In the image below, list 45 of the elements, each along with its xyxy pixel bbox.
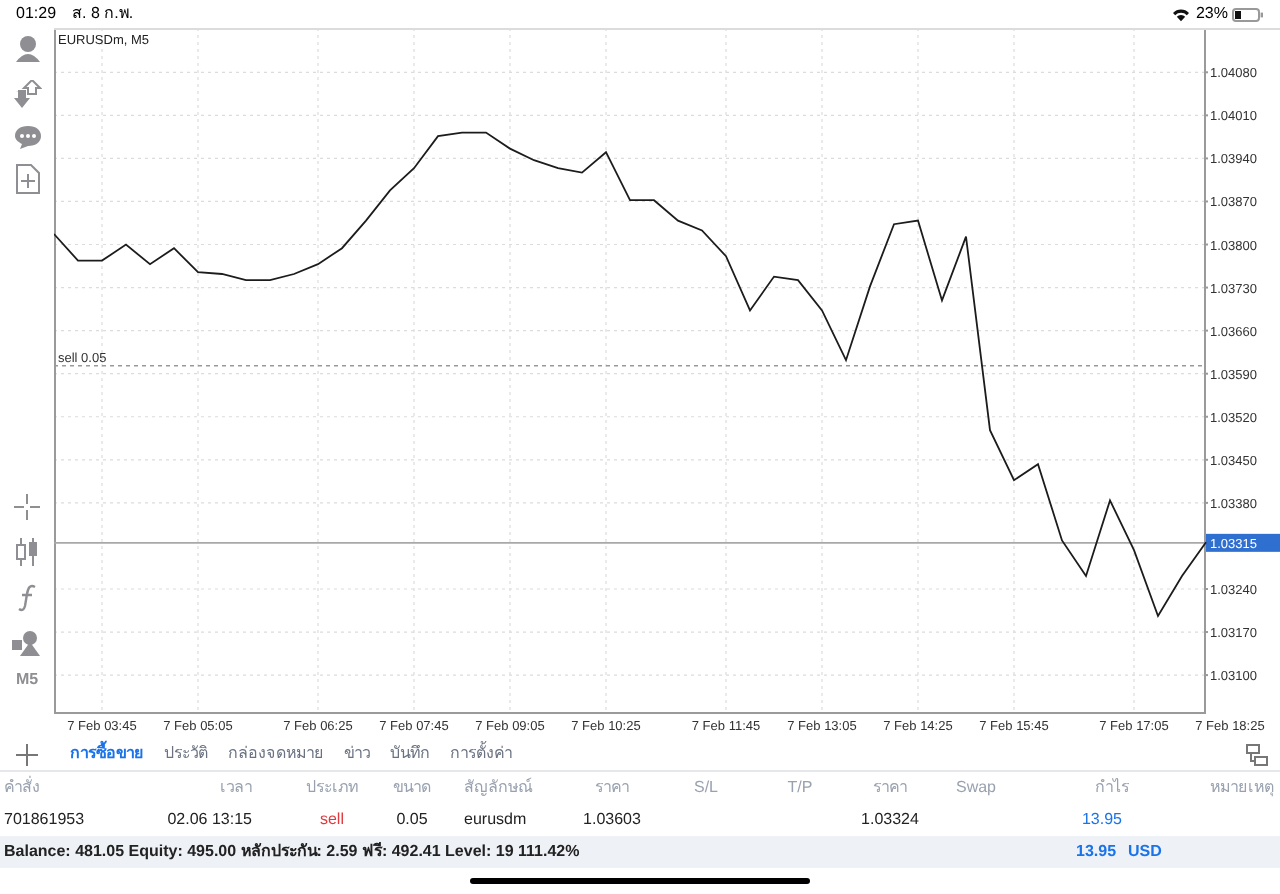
table-cell: 1.03324 [861, 809, 919, 827]
column-header: กำไร [1095, 777, 1129, 795]
wifi-icon [1171, 7, 1190, 21]
new-document-icon[interactable] [15, 164, 39, 194]
table-cell: 0.05 [396, 809, 428, 827]
table-cell: 02.06 13:15 [167, 809, 252, 827]
layout-icon[interactable] [1246, 743, 1268, 765]
column-header: หมายเหตุ [1210, 777, 1274, 795]
column-header: T/P [787, 777, 813, 795]
tab[interactable]: ข่าว [344, 742, 370, 766]
column-header: S/L [693, 777, 718, 795]
trade-arrows-icon[interactable] [13, 80, 41, 110]
account-summary: Balance: 481.05 Equity: 495.00 หลักประกัน: 2.59 ฟรี: 492.41 Level: 19 111.42% [2, 840, 582, 864]
tab[interactable]: การตั้งค่า [450, 742, 512, 766]
column-header: Swap [955, 777, 996, 795]
add-icon[interactable] [16, 743, 38, 765]
table-cell: 701861953 [4, 809, 85, 827]
table-cell: sell [319, 809, 344, 827]
column-header: คำสั่ง [4, 777, 40, 795]
crosshair-icon[interactable] [14, 494, 40, 520]
chat-icon[interactable] [13, 124, 41, 150]
column-header: ราคา [873, 777, 907, 795]
tab[interactable]: การซื้อขาย [70, 742, 144, 766]
column-header: ราคา [595, 777, 629, 795]
table-cell: 1.03603 [583, 809, 641, 827]
clock-time: 01:29 [16, 2, 57, 26]
column-header: เวลา [220, 777, 252, 795]
candlestick-icon[interactable] [14, 538, 40, 566]
currency-label: USD [1128, 840, 1162, 864]
tab[interactable]: ประวัติ [164, 742, 208, 766]
timeframe-button[interactable]: M5 [15, 668, 39, 692]
battery-percent: 23% [1195, 2, 1228, 26]
column-header: สัญลักษณ์ [464, 777, 532, 795]
shapes-icon[interactable] [12, 630, 42, 656]
function-icon[interactable] [17, 584, 37, 612]
tab[interactable]: บันทึก [390, 742, 430, 766]
account-icon[interactable] [13, 34, 41, 66]
status-date: ส. 8 ก.พ. [72, 2, 134, 26]
table-cell: eurusdm [464, 809, 527, 827]
table-cell-text: 13.95 [1081, 809, 1125, 827]
column-header: ขนาด [393, 777, 431, 795]
column-header: ประเภท [306, 777, 358, 795]
total-profit: 13.95 [1076, 840, 1117, 864]
battery-icon [1232, 7, 1264, 21]
tab[interactable]: กล่องจดหมาย [228, 742, 324, 766]
